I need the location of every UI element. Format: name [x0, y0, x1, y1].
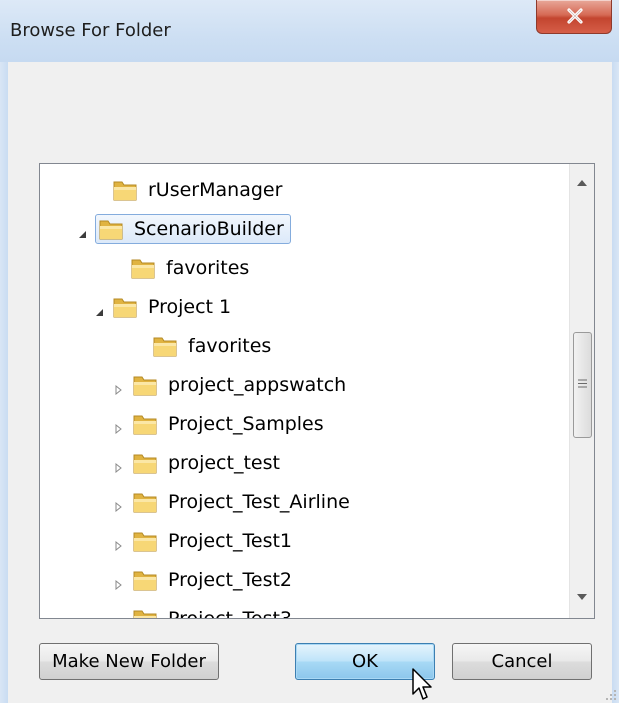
scroll-up-arrow-icon[interactable]: [577, 180, 587, 186]
tree-item-label: Project_Test2: [168, 569, 293, 591]
tree-item-label: rUserManager: [148, 179, 283, 201]
collapsed-arrow-icon[interactable]: [114, 458, 124, 474]
folder-icon: [130, 256, 156, 280]
tree-item[interactable]: Project_Samples: [114, 406, 324, 442]
folder-icon: [132, 568, 158, 592]
grip-lines-icon: [578, 379, 587, 388]
folder-icon: [98, 217, 124, 241]
tree-item[interactable]: Project_Test_Airline: [114, 484, 350, 520]
collapsed-arrow-icon[interactable]: [114, 575, 124, 591]
folder-icon: [112, 295, 138, 319]
title-bar[interactable]: Browse For Folder: [0, 0, 619, 63]
tree-item-label: ScenarioBuilder: [134, 218, 284, 240]
tree-item-label: Project_Test3: [168, 608, 293, 619]
tree-item[interactable]: project_test: [114, 445, 280, 481]
folder-icon: [132, 607, 158, 618]
tree-item-label: Project_Test_Airline: [168, 491, 350, 513]
collapsed-arrow-icon[interactable]: [114, 614, 124, 618]
tree-item[interactable]: favorites: [134, 328, 271, 364]
close-icon: [567, 8, 583, 24]
folder-icon: [132, 490, 158, 514]
window-frame-left: [0, 62, 8, 703]
tree-item[interactable]: rUserManager: [94, 172, 282, 208]
tree-item[interactable]: project_appswatch: [114, 367, 346, 403]
scroll-down-arrow-icon[interactable]: [577, 594, 587, 600]
collapsed-arrow-icon[interactable]: [114, 380, 124, 396]
scrollbar-thumb[interactable]: [573, 332, 592, 438]
tree-item-label: Project_Samples: [168, 413, 324, 435]
tree-item[interactable]: Project_Test3: [114, 601, 293, 619]
tree-item-label: project_test: [168, 452, 280, 474]
expanded-arrow-icon[interactable]: [94, 302, 104, 316]
tree-item[interactable]: ScenarioBuilder: [77, 211, 291, 247]
tree-item-label: favorites: [166, 257, 250, 279]
collapsed-arrow-icon[interactable]: [114, 419, 124, 435]
cancel-button[interactable]: Cancel: [452, 643, 592, 680]
folder-icon: [132, 412, 158, 436]
tree-item-label: Project 1: [148, 296, 232, 318]
expanded-arrow-icon[interactable]: [77, 224, 87, 238]
folder-icon: [132, 529, 158, 553]
tree-item-label: favorites: [188, 335, 272, 357]
folder-icon: [132, 451, 158, 475]
tree-item[interactable]: favorites: [112, 250, 249, 286]
tree-item-label: project_appswatch: [168, 374, 347, 396]
window-title: Browse For Folder: [10, 20, 171, 41]
folder-icon: [152, 334, 178, 358]
folder-icon: [132, 373, 158, 397]
tree-item[interactable]: Project_Test2: [114, 562, 292, 598]
window-frame-right: [612, 62, 619, 703]
collapsed-arrow-icon[interactable]: [114, 536, 124, 552]
mouse-cursor-icon: [412, 668, 432, 700]
browse-for-folder-dialog: Browse For Folder rUserManager ScenarioBu…: [0, 0, 619, 703]
folder-tree[interactable]: rUserManager ScenarioBuilder favorites Proj…: [39, 163, 595, 619]
tree-item[interactable]: Project 1: [94, 289, 231, 325]
vertical-scrollbar[interactable]: [569, 164, 594, 618]
folder-icon: [112, 178, 138, 202]
make-new-folder-button[interactable]: Make New Folder: [39, 643, 219, 680]
tree-item[interactable]: Project_Test1: [114, 523, 292, 559]
close-button[interactable]: [536, 0, 612, 34]
tree-item-label: Project_Test1: [168, 530, 293, 552]
collapsed-arrow-icon[interactable]: [114, 497, 124, 513]
resize-grip-icon[interactable]: [605, 689, 617, 701]
